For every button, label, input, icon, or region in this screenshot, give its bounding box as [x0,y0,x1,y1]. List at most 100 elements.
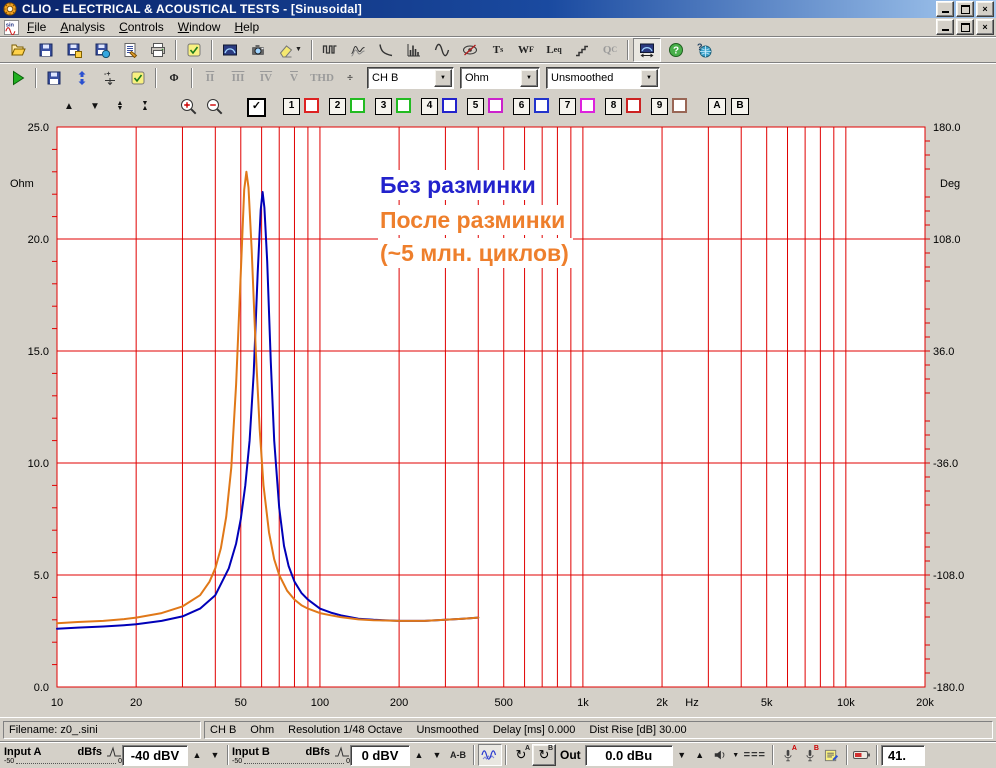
export-report-button[interactable] [117,39,143,61]
overlay-b-button[interactable]: B [731,98,749,115]
peak-meter-icon [335,745,349,756]
divide-scale-button[interactable]: ÷ [337,67,363,89]
phase-display-button[interactable]: Φ [161,67,187,89]
linearity-steps-button[interactable] [569,39,595,61]
input-a-sensitivity[interactable]: -40 dBV [122,744,188,766]
save-as-button[interactable] [61,39,87,61]
chevron-down-icon[interactable]: ▼ [434,68,452,87]
chevron-down-icon[interactable]: ▼ [520,68,538,87]
output-level[interactable]: 0.0 dBu [584,744,673,766]
curve-7-checkbox[interactable] [580,98,595,113]
curve-4-checkbox[interactable] [442,98,457,113]
x-tick-label: 5k [761,697,773,709]
snapshot-button[interactable] [245,39,271,61]
curve-8-button[interactable]: 8 [605,98,622,115]
scale-expand-icon[interactable]: ▲ ▼ [111,99,129,115]
delete-overlays-button[interactable]: ▼ [273,39,307,61]
meas-settings-button[interactable] [125,67,151,89]
menu-file[interactable]: File [20,18,53,36]
curve-7-button[interactable]: 7 [559,98,576,115]
loop-b-icon[interactable]: ↻ B [532,744,556,766]
sinusoidal-document-icon[interactable]: sin [2,17,20,37]
ts-parameters-button[interactable]: Ts [485,39,511,61]
menu-window[interactable]: Window [171,18,228,36]
annotation-line-1: Без разминки [378,170,540,200]
zoom-in-icon[interactable] [179,97,199,117]
btn-IV-button: IV [259,71,273,84]
curve-1-button[interactable]: 1 [283,98,300,115]
curve-9-button[interactable]: 9 [651,98,668,115]
status-item: Unsmoothed [416,723,479,736]
curve-6-checkbox[interactable] [534,98,549,113]
decay-analysis-button[interactable] [373,39,399,61]
fft-analysis-button[interactable] [401,39,427,61]
out-up-icon[interactable]: ▲ [691,750,709,760]
input-b-up-icon[interactable]: ▲ [410,750,428,760]
loop-a-icon[interactable]: ↻ A [510,745,532,765]
child-restore-button[interactable] [956,19,974,35]
curve-2-checkbox[interactable] [350,98,365,113]
curve-5-button[interactable]: 5 [467,98,484,115]
export-data-button[interactable] [89,39,115,61]
open-file-button[interactable] [5,39,31,61]
chevron-down-icon[interactable]: ▼ [640,68,658,87]
scale-compress-icon[interactable]: ▼ ▲ [136,99,154,115]
mic-b-icon[interactable]: B [799,745,821,765]
curve-3-checkbox[interactable] [396,98,411,113]
options-icon [187,43,201,56]
autoscale-button[interactable] [217,39,243,61]
waterfall-analysis-button[interactable] [345,39,371,61]
curve-3-button[interactable]: 3 [375,98,392,115]
online-help-button[interactable]: ? [691,39,717,61]
close-button[interactable]: × [976,1,994,17]
menu-analysis[interactable]: Analysis [53,18,112,36]
measurement-size-button[interactable] [633,37,661,62]
dropdown-arrow-icon[interactable]: ▼ [295,46,302,53]
input-b-sensitivity[interactable]: 0 dBV [350,744,410,766]
leq-analysis-button[interactable]: Leq [541,39,567,61]
signal-type-icon[interactable]: === [744,749,766,761]
mic-a-icon[interactable]: A [777,745,799,765]
speaker-dropdown-icon[interactable]: ▼ [731,752,741,759]
input-a-up-icon[interactable]: ▲ [188,750,206,760]
curve-8-checkbox[interactable] [626,98,641,113]
scale-down-icon[interactable]: ▼ [86,99,104,115]
help-button[interactable]: ? [663,39,689,61]
channel-select[interactable]: CH B ▼ [367,66,454,89]
minimize-button[interactable] [936,1,954,17]
waterfall-direct-button[interactable]: WF [513,39,539,61]
restore-button[interactable] [956,1,974,17]
speaker-icon[interactable] [709,745,731,765]
fft-live-off-button[interactable] [457,39,483,61]
menu-controls[interactable]: Controls [112,18,171,36]
out-down-icon[interactable]: ▼ [673,750,691,760]
curve-4-button[interactable]: 4 [421,98,438,115]
unit-select[interactable]: Ohm ▼ [460,66,540,89]
smoothing-select[interactable]: Unsmoothed ▼ [546,66,660,89]
vertical-scale-button[interactable] [69,67,95,89]
print-button[interactable] [145,39,171,61]
curve-9-checkbox[interactable] [672,98,687,113]
input-a-down-icon[interactable]: ▼ [206,750,224,760]
scale-up-icon[interactable]: ▲ [60,99,78,115]
menu-help[interactable]: Help [227,18,266,36]
mls-analysis-button[interactable] [317,39,343,61]
start-measurement-button[interactable] [5,67,31,89]
save-file-button[interactable] [33,39,59,61]
scale-adjust-button[interactable]: -+ [97,67,123,89]
curve-6-button[interactable]: 6 [513,98,530,115]
curve-2-button[interactable]: 2 [329,98,346,115]
input-b-down-icon[interactable]: ▼ [428,750,446,760]
overlay-a-button[interactable]: A [708,98,726,115]
child-minimize-button[interactable] [936,19,954,35]
generator-signal-icon[interactable] [478,744,502,766]
curve-5-checkbox[interactable] [488,98,503,113]
notes-icon[interactable] [821,745,843,765]
zoom-out-icon[interactable] [205,97,225,117]
options-button[interactable] [181,39,207,61]
show-all-curves-checkbox[interactable]: ✓ [247,98,266,117]
sinusoidal-analysis-button[interactable] [429,39,455,61]
child-close-button[interactable]: × [976,19,994,35]
save-current-button[interactable] [41,67,67,89]
curve-1-checkbox[interactable] [304,98,319,113]
